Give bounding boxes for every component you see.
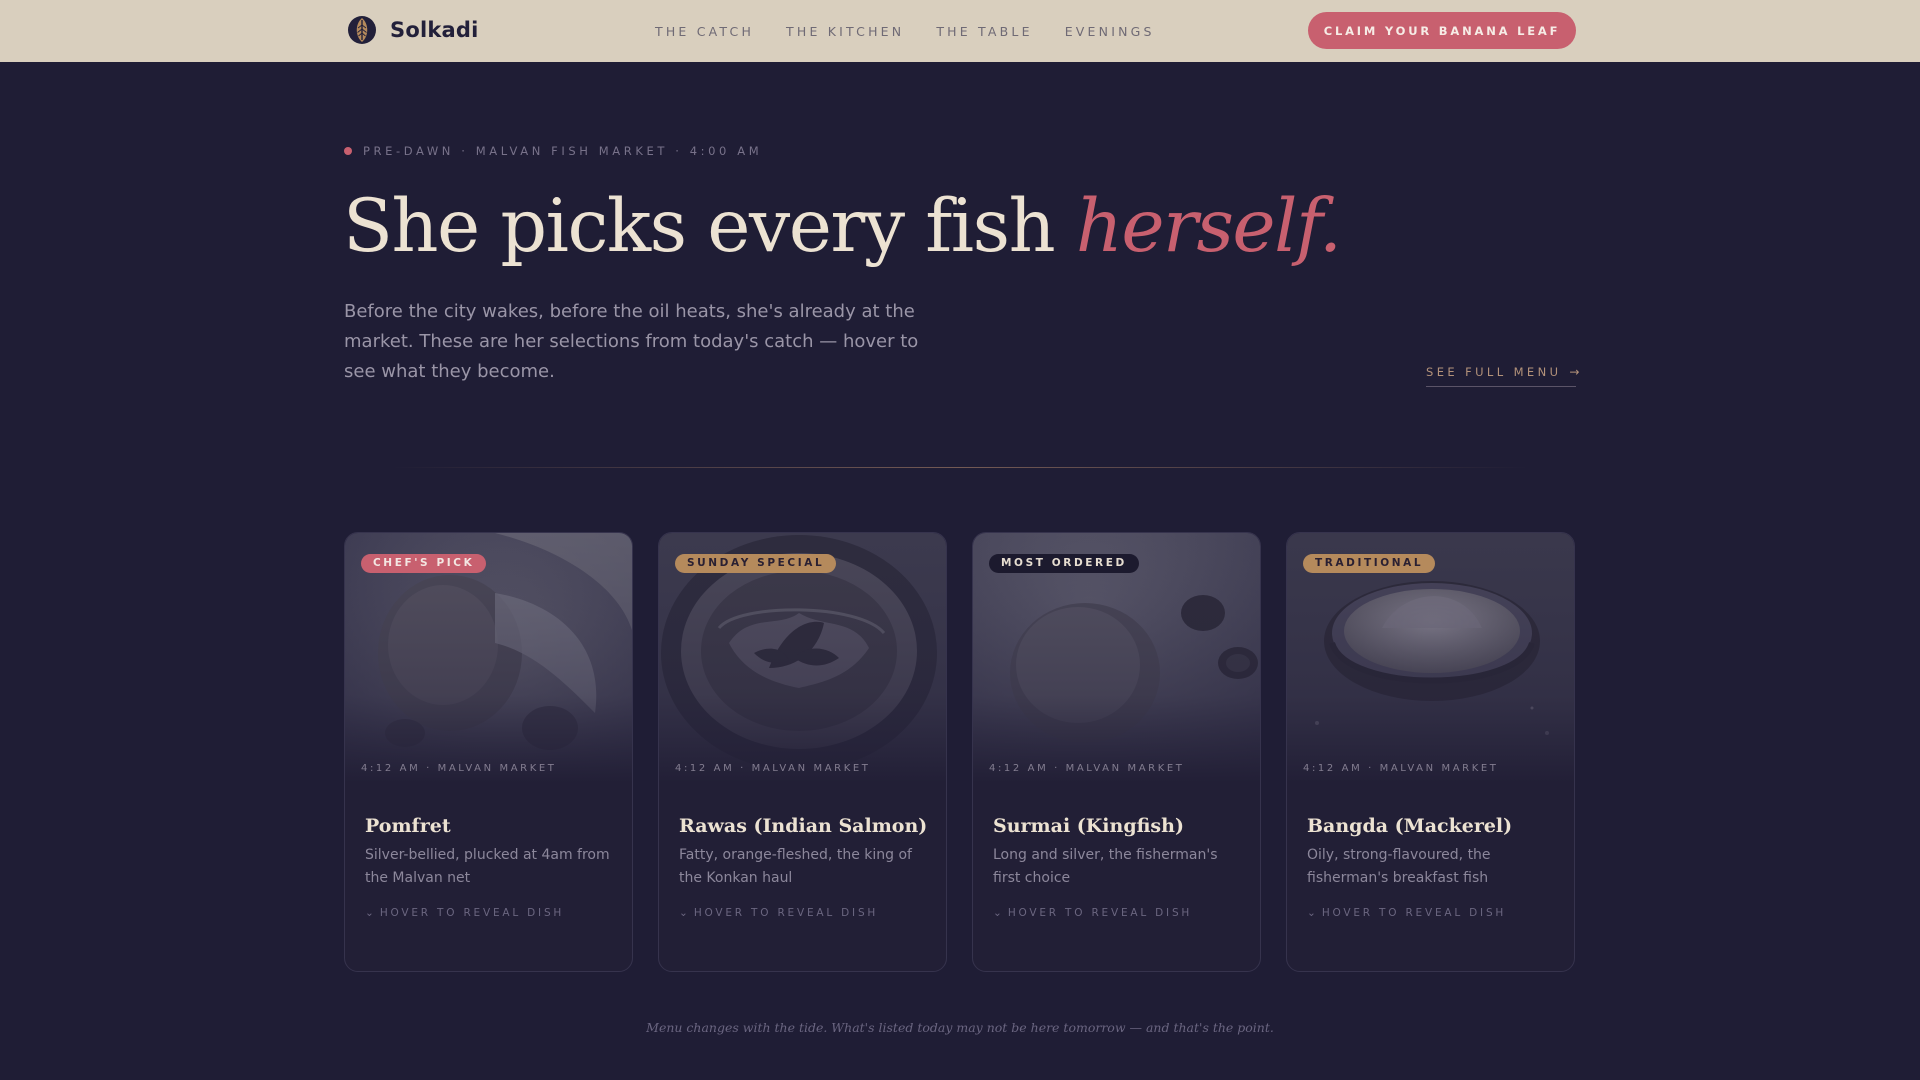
hover-to-reveal[interactable]: ⌄ HOVER TO REVEAL DISH bbox=[365, 907, 564, 919]
hover-to-reveal[interactable]: ⌄ HOVER TO REVEAL DISH bbox=[1307, 907, 1506, 919]
hover-label: HOVER TO REVEAL DISH bbox=[1007, 907, 1193, 919]
see-full-menu-label: SEE FULL MENU bbox=[1426, 365, 1562, 379]
hero-eyebrow: PRE-DAWN · MALVAN FISH MARKET · 4:00 AM bbox=[344, 144, 762, 158]
most-ordered-badge: MOST ORDERED bbox=[989, 554, 1139, 573]
live-dot-icon bbox=[344, 147, 352, 155]
nav-links: THE CATCH THE KITCHEN THE TABLE EVENINGS bbox=[655, 0, 1187, 62]
fish-name: Surmai (Kingfish) bbox=[993, 815, 1184, 837]
fish-description: Long and silver, the fisherman's first c… bbox=[993, 847, 1218, 886]
chefs-pick-badge: CHEF'S PICK bbox=[361, 554, 487, 573]
nav-link-the-table[interactable]: THE TABLE bbox=[936, 24, 1032, 39]
fish-description: Oily, strong-flavoured, the fisherman's … bbox=[1307, 847, 1491, 886]
nav-link-the-kitchen[interactable]: THE KITCHEN bbox=[786, 24, 904, 39]
chevron-down-icon: ⌄ bbox=[993, 907, 1002, 919]
see-full-menu-link[interactable]: SEE FULL MENU → bbox=[1426, 365, 1580, 387]
sunday-special-badge: SUNDAY SPECIAL bbox=[675, 554, 837, 573]
hero-subtitle: Before the city wakes, before the oil he… bbox=[344, 301, 919, 382]
chevron-down-icon: ⌄ bbox=[679, 907, 688, 919]
catch-time: 4:12 AM · MALVAN MARKET bbox=[361, 763, 557, 774]
chevron-down-icon: ⌄ bbox=[365, 907, 374, 919]
nav-link-evenings[interactable]: EVENINGS bbox=[1065, 24, 1155, 39]
brand-name: Solkadi bbox=[390, 18, 479, 42]
hover-label: HOVER TO REVEAL DISH bbox=[379, 907, 565, 919]
hover-label: HOVER TO REVEAL DISH bbox=[1321, 907, 1507, 919]
arrow-right-icon: → bbox=[1569, 365, 1580, 379]
fish-card-surmai[interactable]: MOST ORDERED 4:12 AM · MALVAN MARKET Sur… bbox=[972, 532, 1261, 972]
fish-name: Bangda (Mackerel) bbox=[1307, 815, 1513, 837]
eyebrow-text: PRE-DAWN · MALVAN FISH MARKET · 4:00 AM bbox=[363, 144, 763, 158]
brand[interactable]: Solkadi bbox=[346, 14, 479, 46]
claim-banana-leaf-button[interactable]: CLAIM YOUR BANANA LEAF bbox=[1308, 12, 1576, 49]
catch-time: 4:12 AM · MALVAN MARKET bbox=[989, 763, 1185, 774]
catch-time: 4:12 AM · MALVAN MARKET bbox=[675, 763, 871, 774]
section-divider bbox=[392, 467, 1528, 468]
hero-title: She picks every fish herself. bbox=[343, 184, 1342, 269]
catch-cards: CHEF'S PICK 4:12 AM · MALVAN MARKET Pomf… bbox=[344, 532, 1575, 972]
menu-footnote: Menu changes with the tide. What's liste… bbox=[646, 1020, 1274, 1035]
hover-to-reveal[interactable]: ⌄ HOVER TO REVEAL DISH bbox=[679, 907, 878, 919]
nav-link-the-catch[interactable]: THE CATCH bbox=[655, 24, 754, 39]
catch-time: 4:12 AM · MALVAN MARKET bbox=[1303, 763, 1499, 774]
fish-description: Silver-bellied, plucked at 4am from the … bbox=[365, 847, 610, 886]
fish-card-pomfret[interactable]: CHEF'S PICK 4:12 AM · MALVAN MARKET Pomf… bbox=[344, 532, 633, 972]
hero-title-main: She picks every fish bbox=[343, 184, 1076, 269]
top-nav: Solkadi THE CATCH THE KITCHEN THE TABLE … bbox=[0, 0, 1920, 62]
fish-name: Pomfret bbox=[365, 815, 451, 837]
hero-title-emphasis: herself. bbox=[1075, 184, 1342, 269]
banana-leaf-logo-icon bbox=[348, 16, 376, 44]
traditional-badge: TRADITIONAL bbox=[1303, 554, 1436, 573]
hover-label: HOVER TO REVEAL DISH bbox=[693, 907, 879, 919]
chevron-down-icon: ⌄ bbox=[1307, 907, 1316, 919]
hover-to-reveal[interactable]: ⌄ HOVER TO REVEAL DISH bbox=[993, 907, 1192, 919]
fish-card-rawas[interactable]: SUNDAY SPECIAL 4:12 AM · MALVAN MARKET R… bbox=[658, 532, 947, 972]
fish-card-bangda[interactable]: TRADITIONAL 4:12 AM · MALVAN MARKET Bang… bbox=[1286, 532, 1575, 972]
fish-description: Fatty, orange-fleshed, the king of the K… bbox=[679, 847, 912, 886]
fish-name: Rawas (Indian Salmon) bbox=[679, 815, 928, 837]
